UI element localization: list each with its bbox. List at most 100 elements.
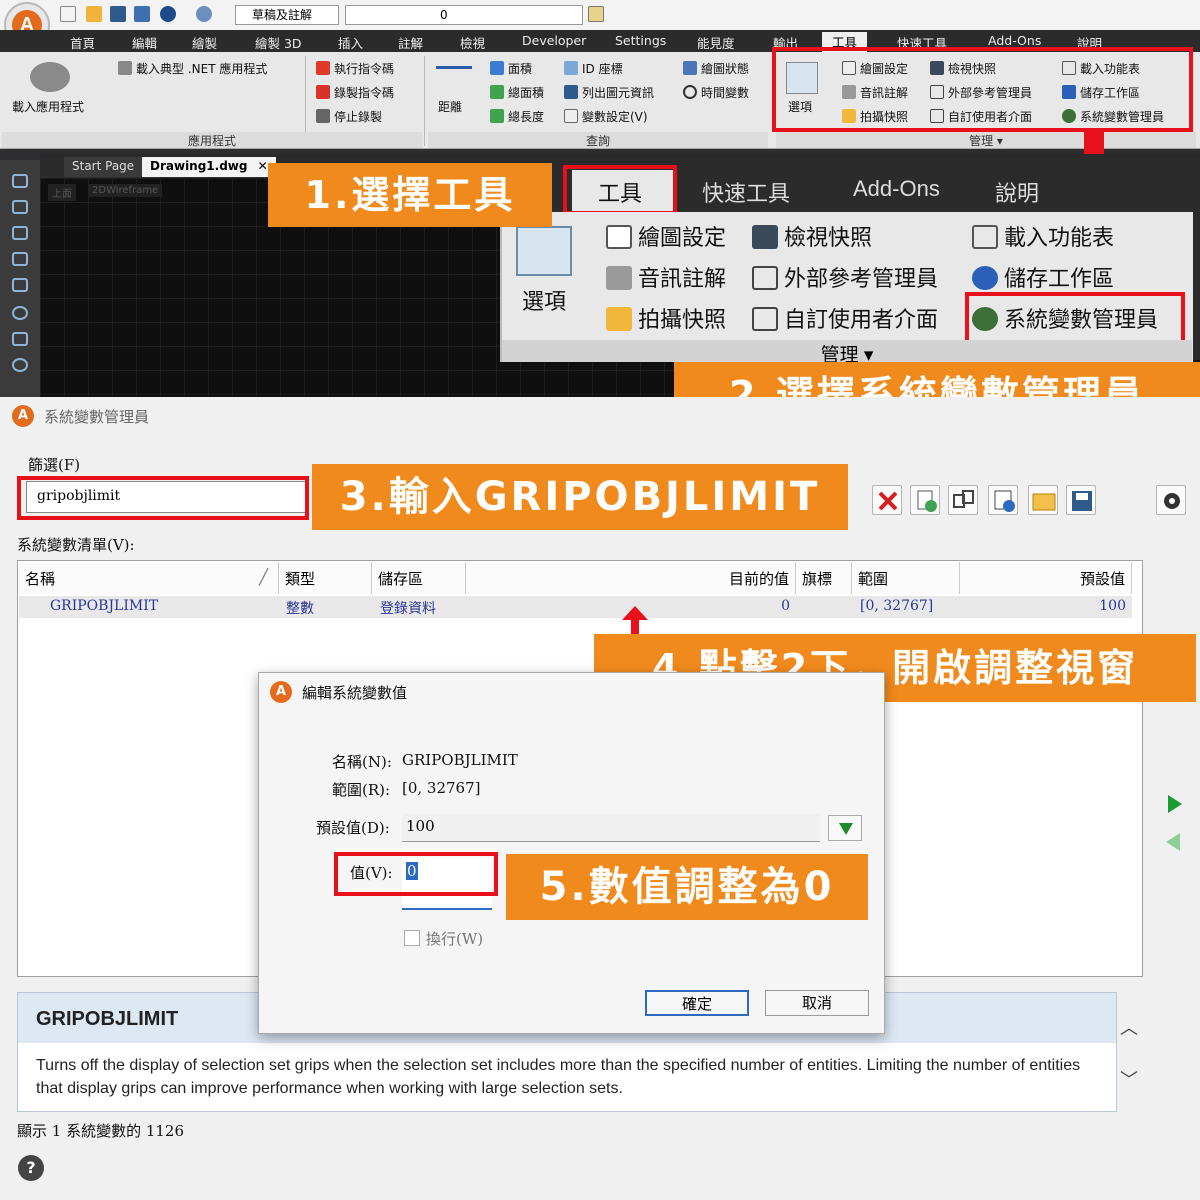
line-icon[interactable] [12, 174, 28, 188]
close-icon[interactable]: ✕ [258, 159, 268, 173]
distance-button[interactable]: 距離 [438, 98, 462, 115]
layer-dropdown[interactable]: 0 [345, 5, 583, 25]
menu-developer[interactable]: Developer [522, 33, 586, 48]
zoom-custom-ui[interactable]: 自訂使用者介面 [752, 302, 938, 334]
zoom-save-workspace[interactable]: 儲存工作區 [972, 261, 1114, 293]
length-icon [490, 109, 504, 123]
pencil-icon[interactable] [12, 278, 28, 292]
circle-icon[interactable] [12, 306, 28, 320]
total-length-label: 總長度 [508, 110, 545, 124]
time-var-button[interactable]: 時間變數 [683, 84, 749, 101]
settings-icon[interactable] [1156, 485, 1186, 515]
area-button[interactable]: 面積 [490, 60, 532, 77]
polyline-icon[interactable] [12, 200, 28, 214]
zoom-view-snapshot[interactable]: 檢視快照 [752, 220, 872, 252]
menu-addons[interactable]: Add-Ons [988, 33, 1041, 48]
zoom-custom-ui-label: 自訂使用者介面 [784, 307, 939, 332]
save-as-icon[interactable] [134, 6, 150, 22]
cell-name: GRIPOBJLIMIT [44, 596, 278, 618]
var-setting-label: 變數設定(V) [582, 110, 648, 124]
apply-default-button[interactable] [828, 815, 862, 841]
zoom-load-menu[interactable]: 載入功能表 [972, 220, 1114, 252]
info-icon[interactable] [988, 485, 1018, 515]
tab-drawing1-label: Drawing1.dwg [150, 159, 248, 173]
menu-home[interactable]: 首頁 [70, 33, 95, 52]
col-range[interactable]: 範圍 [852, 562, 960, 594]
layer-props-icon[interactable] [588, 6, 604, 22]
chevron-down-icon[interactable]: ﹀ [1120, 1066, 1138, 1092]
zoom-tab-addons[interactable]: Add-Ons [853, 176, 940, 202]
list-icon [564, 85, 578, 99]
undo-icon[interactable] [160, 6, 176, 22]
quick-access-toolbar: 草稿及註解 0 [0, 0, 1200, 30]
callout-step5: 5.數值調整為0 [506, 854, 868, 920]
stop-record-button[interactable]: 停止錄製 [316, 108, 382, 125]
run-macro-button[interactable]: 執行指令碼 [316, 60, 394, 77]
delete-icon[interactable] [872, 485, 902, 515]
col-name[interactable]: 名稱 ╱ [19, 562, 279, 594]
chevron-up-icon[interactable]: ︿ [1120, 1014, 1138, 1040]
record-macro-button[interactable]: 錄製指令碼 [316, 84, 394, 101]
settings-doc-icon [606, 225, 632, 249]
zoom-options-button[interactable]: 選項 [522, 284, 566, 316]
list-entity-button[interactable]: 列出圖元資訊 [564, 84, 654, 101]
draw-status-button[interactable]: 繪圖狀態 [683, 60, 749, 77]
col-flag[interactable]: 旗標 [796, 562, 852, 594]
menu-view[interactable]: 檢視 [460, 33, 485, 52]
total-area-icon [490, 85, 504, 99]
viewport-view-label[interactable]: 上面 [48, 184, 76, 201]
id-point-button[interactable]: ID 座標 [564, 60, 623, 77]
load-app-button[interactable]: 載入應用程式 [12, 98, 84, 115]
total-length-button[interactable]: 總長度 [490, 108, 544, 125]
zoom-xref-manager[interactable]: 外部參考管理員 [752, 261, 938, 293]
menu-settings[interactable]: Settings [615, 33, 666, 48]
help-icon[interactable]: ? [18, 1155, 44, 1181]
spline-icon[interactable] [12, 252, 28, 266]
menu-draw[interactable]: 繪製 [192, 33, 217, 52]
curve-icon[interactable] [12, 332, 28, 346]
col-current[interactable]: 目前的值 [466, 562, 796, 594]
ok-button[interactable]: 確定 [645, 990, 749, 1016]
arc-icon[interactable] [12, 226, 28, 240]
open-icon[interactable] [86, 6, 102, 22]
menu-draw3d[interactable]: 繪製 3D [255, 33, 302, 52]
col-type[interactable]: 類型 [279, 562, 372, 594]
menu-edit[interactable]: 編輯 [132, 33, 157, 52]
var-setting-button[interactable]: 變數設定(V) [564, 108, 648, 125]
stop-record-label: 停止錄製 [334, 110, 383, 124]
zoom-take-snapshot[interactable]: 拍攝快照 [606, 302, 726, 334]
add-icon[interactable] [910, 485, 940, 515]
col-default[interactable]: 預設值 [960, 562, 1132, 594]
zoom-draw-settings[interactable]: 繪圖設定 [606, 220, 726, 252]
prev-arrow-icon[interactable] [1162, 830, 1186, 854]
next-arrow-icon[interactable] [1162, 792, 1186, 816]
menu-annotate[interactable]: 註解 [398, 33, 423, 52]
cancel-button[interactable]: 取消 [765, 990, 869, 1016]
group-manage-title: 管理 ▾ [776, 132, 1196, 148]
folder-icon[interactable] [1028, 485, 1058, 515]
compare-icon[interactable] [948, 485, 978, 515]
load-typical-button[interactable]: 載入典型 .NET 應用程式 [118, 60, 267, 77]
new-icon[interactable] [60, 6, 76, 22]
col-storage[interactable]: 儲存區 [372, 562, 466, 594]
zoom-audio-note[interactable]: 音訊註解 [606, 261, 726, 293]
name-value: GRIPOBJLIMIT [402, 751, 518, 769]
ellipse-icon[interactable] [12, 358, 28, 372]
run-macro-label: 執行指令碼 [334, 62, 395, 76]
total-area-button[interactable]: 總面積 [490, 84, 544, 101]
save-icon[interactable] [1066, 485, 1096, 515]
zoom-tab-quick-tools[interactable]: 快速工具 [702, 176, 790, 208]
workspace-dropdown[interactable]: 草稿及註解 [235, 5, 339, 25]
menu-visibility[interactable]: 能見度 [697, 33, 735, 52]
redo-icon[interactable] [196, 6, 212, 22]
menu-insert[interactable]: 插入 [338, 33, 363, 52]
zoom-tab-help[interactable]: 說明 [995, 176, 1039, 208]
zoom-take-snapshot-label: 拍攝快照 [638, 307, 727, 332]
tab-start-page[interactable]: Start Page [64, 157, 143, 177]
clock-icon [683, 85, 697, 99]
viewport-style-label[interactable]: 2DWireframe [88, 184, 163, 197]
tab-drawing1[interactable]: Drawing1.dwg ✕ [142, 157, 276, 177]
save-icon[interactable] [110, 6, 126, 22]
wrap-checkbox[interactable] [404, 930, 420, 946]
list-entity-label: 列出圖元資訊 [582, 86, 655, 100]
